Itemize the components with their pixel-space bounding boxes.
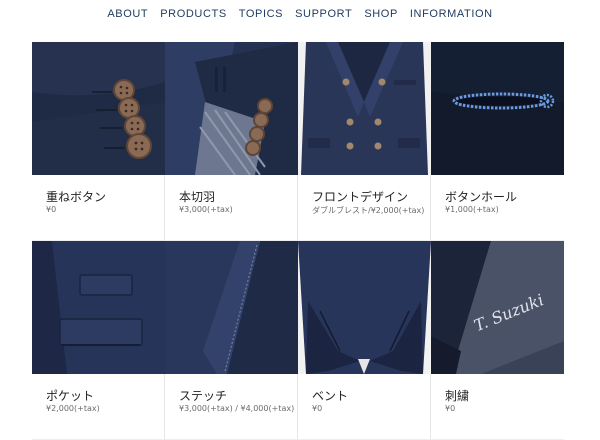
product-title: フロントデザイン xyxy=(312,190,409,204)
lapel-stitch-photo xyxy=(165,241,298,374)
sleeve-stacked-buttons-photo xyxy=(32,42,165,175)
product-title: 刺繍 xyxy=(445,389,470,403)
product-price: ¥0 xyxy=(312,404,323,413)
double-breasted-front-photo xyxy=(298,42,431,175)
product-title: 重ねボタン xyxy=(46,190,107,204)
nav-information[interactable]: INFORMATION xyxy=(410,8,493,20)
product-grid: 重ねボタン ¥0 本切羽 ¥3,000(+tax) フロントデザイン ダブルブレ… xyxy=(32,42,564,440)
product-title: ボタンホール xyxy=(445,190,518,204)
nav-shop[interactable]: SHOP xyxy=(364,8,398,20)
nav-about[interactable]: ABOUT xyxy=(107,8,148,20)
product-title: 本切羽 xyxy=(179,190,216,204)
lining-embroidery-photo: T. Suzuki xyxy=(431,241,564,374)
product-price: ダブルブレスト/¥2,000(+tax) xyxy=(312,206,425,215)
nav-products[interactable]: PRODUCTS xyxy=(160,8,227,20)
product-card-embroidery[interactable]: T. Suzuki 刺繍 ¥0 xyxy=(431,241,564,440)
product-card-stacked-buttons[interactable]: 重ねボタン ¥0 xyxy=(32,42,165,241)
product-title: ステッチ xyxy=(179,389,228,403)
product-card-stitch[interactable]: ステッチ ¥3,000(+tax) / ¥4,000(+tax) xyxy=(165,241,298,440)
nav-topics[interactable]: TOPICS xyxy=(239,8,283,20)
top-navigation: ABOUT PRODUCTS TOPICS SUPPORT SHOP INFOR… xyxy=(0,0,600,28)
pocket-flap-photo xyxy=(32,241,165,374)
product-card-pocket[interactable]: ポケット ¥2,000(+tax) xyxy=(32,241,165,440)
product-card-working-cuff[interactable]: 本切羽 ¥3,000(+tax) xyxy=(165,42,298,241)
product-price: ¥1,000(+tax) xyxy=(445,205,499,214)
back-vent-photo xyxy=(298,241,431,374)
product-title: ポケット xyxy=(46,389,95,403)
product-card-front-design[interactable]: フロントデザイン ダブルブレスト/¥2,000(+tax) xyxy=(298,42,431,241)
product-card-vent[interactable]: ベント ¥0 xyxy=(298,241,431,440)
product-price: ¥2,000(+tax) xyxy=(46,404,100,413)
blue-buttonhole-stitch-photo xyxy=(431,42,564,175)
product-price: ¥0 xyxy=(46,205,57,214)
product-price: ¥3,000(+tax) / ¥4,000(+tax) xyxy=(179,404,295,413)
product-price: ¥0 xyxy=(445,404,456,413)
product-card-buttonhole[interactable]: ボタンホール ¥1,000(+tax) xyxy=(431,42,564,241)
product-title: ベント xyxy=(312,389,349,403)
product-price: ¥3,000(+tax) xyxy=(179,205,233,214)
nav-support[interactable]: SUPPORT xyxy=(295,8,352,20)
sleeve-working-cuff-photo xyxy=(165,42,298,175)
